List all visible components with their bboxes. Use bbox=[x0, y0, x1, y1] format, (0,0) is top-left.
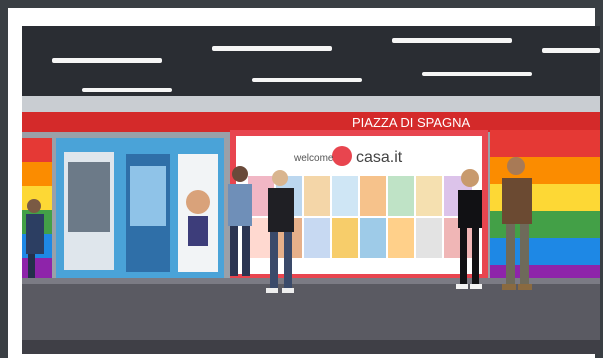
platform-edge bbox=[22, 340, 600, 354]
casa-logo-icon bbox=[332, 146, 352, 166]
photo-frame: PIAZZA DI SPAGNA welcome casa.it bbox=[8, 8, 600, 358]
ad-brand: casa.it bbox=[356, 149, 403, 166]
station-sign: PIAZZA DI SPAGNA bbox=[352, 115, 471, 130]
photo-canvas: PIAZZA DI SPAGNA welcome casa.it bbox=[22, 26, 600, 354]
metro-station-photo: PIAZZA DI SPAGNA welcome casa.it bbox=[22, 26, 600, 354]
ad-tagline: welcome bbox=[293, 153, 334, 164]
vending-kiosk bbox=[56, 138, 224, 278]
station-band bbox=[22, 112, 600, 132]
